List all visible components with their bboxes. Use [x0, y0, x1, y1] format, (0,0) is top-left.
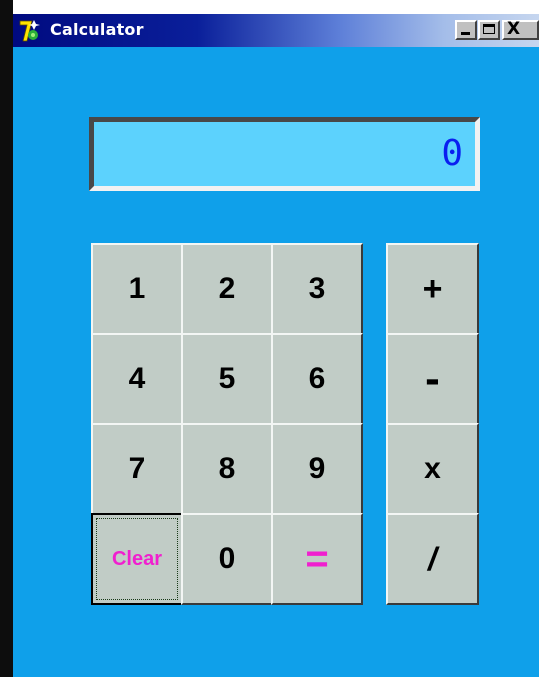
key-label: 3	[308, 272, 326, 305]
clear-button[interactable]: Clear	[91, 513, 183, 605]
key-8[interactable]: 8	[181, 423, 273, 515]
window-title: Calculator	[50, 20, 144, 39]
minimize-button[interactable]	[455, 20, 477, 40]
window-left-edge	[0, 0, 13, 677]
key-label: 9	[308, 452, 326, 485]
key-0[interactable]: 0	[181, 513, 273, 605]
key-label: 1	[128, 272, 146, 305]
key-2[interactable]: 2	[181, 243, 273, 335]
operator-label: -	[425, 354, 440, 403]
focus-rectangle	[96, 518, 178, 600]
operator-label: +	[422, 269, 443, 308]
multiply-button[interactable]: x	[386, 423, 479, 515]
close-button[interactable]: X	[502, 20, 539, 40]
add-button[interactable]: +	[386, 243, 479, 335]
title-bar[interactable]: Calculator X	[13, 14, 539, 47]
key-9[interactable]: 9	[271, 423, 363, 515]
result-display: 0	[89, 117, 480, 191]
key-label: 5	[218, 362, 236, 395]
operator-label: /	[428, 540, 437, 577]
minimize-icon	[461, 32, 470, 35]
key-4[interactable]: 4	[91, 333, 183, 425]
key-1[interactable]: 1	[91, 243, 183, 335]
key-3[interactable]: 3	[271, 243, 363, 335]
operator-label: x	[424, 452, 441, 485]
close-icon: X	[507, 19, 521, 39]
equals-label: =	[305, 536, 329, 581]
key-7[interactable]: 7	[91, 423, 183, 515]
divide-button[interactable]: /	[386, 513, 479, 605]
maximize-icon	[483, 24, 495, 34]
maximize-button[interactable]	[478, 20, 500, 40]
clear-label: Clear	[111, 547, 163, 570]
app-logo-icon	[19, 20, 40, 42]
equals-button[interactable]: =	[271, 513, 363, 605]
subtract-button[interactable]: -	[386, 333, 479, 425]
key-6[interactable]: 6	[271, 333, 363, 425]
key-label: 8	[218, 452, 236, 485]
key-5[interactable]: 5	[181, 333, 273, 425]
calculator-window: Calculator X 0 1 2 3 4 5 6 7 8 9 Clear 0…	[0, 0, 539, 677]
key-label: 0	[218, 542, 236, 575]
calculator-body: 0 1 2 3 4 5 6 7 8 9 Clear 0 = + - x /	[13, 47, 539, 677]
key-label: 7	[128, 452, 146, 485]
key-label: 4	[128, 362, 146, 395]
display-value: 0	[441, 133, 463, 174]
key-label: 6	[308, 362, 326, 395]
key-label: 2	[218, 272, 236, 305]
